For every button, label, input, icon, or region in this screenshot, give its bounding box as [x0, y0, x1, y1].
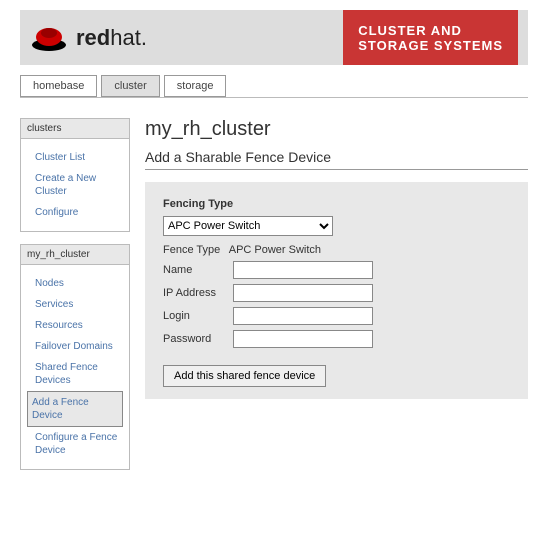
sidebar-create-cluster[interactable]: Create a New Cluster [35, 168, 123, 202]
fence-form: Fencing Type APC Power Switch Fence Type… [145, 182, 528, 399]
sidebar-services[interactable]: Services [35, 294, 123, 315]
fencing-type-select[interactable]: APC Power Switch [163, 216, 333, 236]
name-label: Name [163, 264, 233, 276]
fence-type-label: Fence Type [163, 244, 220, 256]
clusters-header: clusters [21, 119, 129, 139]
sidebar-nodes[interactable]: Nodes [35, 273, 123, 294]
sidebar-failover[interactable]: Failover Domains [35, 336, 123, 357]
ip-label: IP Address [163, 287, 233, 299]
sidebar-resources[interactable]: Resources [35, 315, 123, 336]
tab-storage[interactable]: storage [164, 75, 227, 97]
redhat-icon [30, 23, 68, 53]
add-fence-button[interactable]: Add this shared fence device [163, 365, 326, 387]
sidebar-configure[interactable]: Configure [35, 202, 123, 223]
login-input[interactable] [233, 307, 373, 325]
brand-text: redhat. [76, 25, 147, 51]
sidebar-cluster-list[interactable]: Cluster List [35, 147, 123, 168]
page-subtitle: Add a Sharable Fence Device [145, 149, 528, 170]
sidebar-add-fence[interactable]: Add a Fence Device [27, 391, 123, 427]
mycluster-header: my_rh_cluster [21, 245, 129, 265]
redhat-logo: redhat. [30, 23, 147, 53]
banner-title: CLUSTER AND STORAGE SYSTEMS [343, 10, 518, 65]
sidebar-shared-fence[interactable]: Shared Fence Devices [35, 357, 123, 391]
page-title: my_rh_cluster [145, 118, 528, 141]
name-input[interactable] [233, 261, 373, 279]
logo-banner: redhat. CLUSTER AND STORAGE SYSTEMS [20, 10, 528, 65]
clusters-panel: clusters Cluster List Create a New Clust… [20, 118, 130, 232]
top-tabs: homebase cluster storage [20, 75, 528, 97]
password-label: Password [163, 333, 233, 345]
ip-input[interactable] [233, 284, 373, 302]
tab-cluster[interactable]: cluster [101, 75, 159, 97]
sidebar-config-fence[interactable]: Configure a Fence Device [35, 427, 123, 461]
mycluster-panel: my_rh_cluster Nodes Services Resources F… [20, 244, 130, 470]
password-input[interactable] [233, 330, 373, 348]
tab-homebase[interactable]: homebase [20, 75, 97, 97]
login-label: Login [163, 310, 233, 322]
fence-type-value: APC Power Switch [229, 244, 321, 256]
fencing-type-label: Fencing Type [157, 194, 516, 216]
